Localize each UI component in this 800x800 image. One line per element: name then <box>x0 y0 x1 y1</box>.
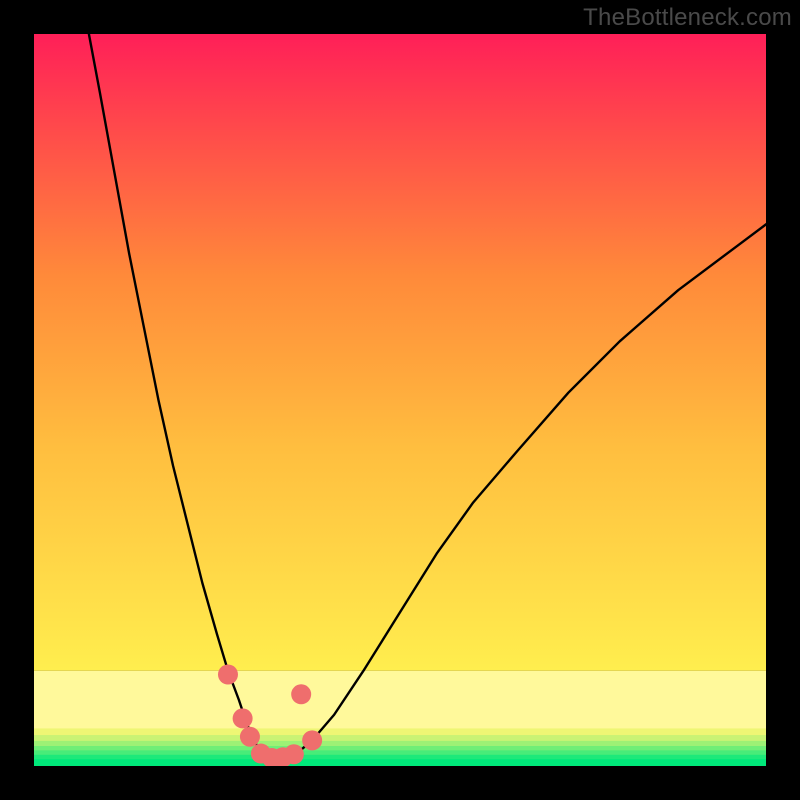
watermark-text: TheBottleneck.com <box>583 4 792 32</box>
chart-frame: TheBottleneck.com <box>0 0 800 800</box>
chart-plot-area <box>34 34 766 766</box>
chart-svg <box>34 34 766 766</box>
